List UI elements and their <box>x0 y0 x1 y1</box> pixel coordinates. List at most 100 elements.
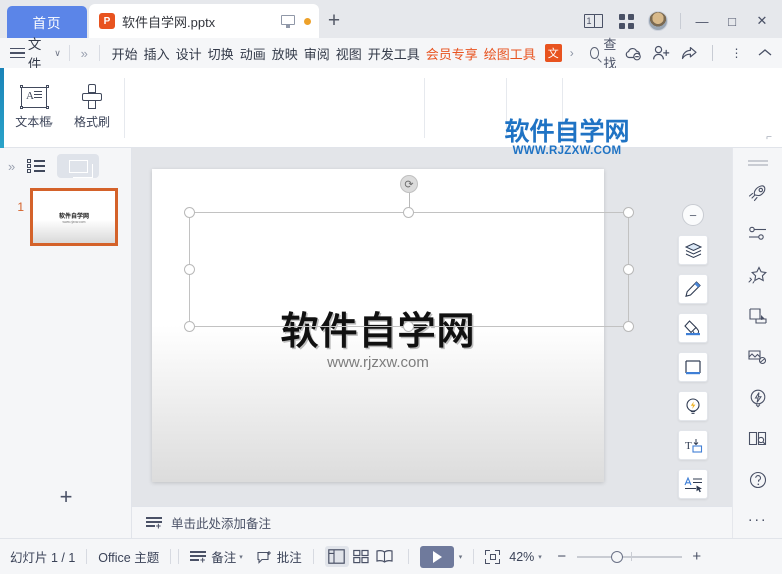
document-tab[interactable]: P 软件自学网.pptx <box>89 4 319 38</box>
zoom-slider-track[interactable] <box>576 550 682 563</box>
notes-toggle-button[interactable]: + 备注 ▾ <box>190 547 243 566</box>
close-button[interactable]: ✕ <box>748 6 776 36</box>
slideshow-chevron-down-icon[interactable]: ▾ <box>459 553 463 561</box>
minimize-button[interactable]: — <box>688 6 716 36</box>
more-options-icon[interactable]: ⋮ <box>727 44 746 63</box>
resize-handle-top-right[interactable] <box>623 207 634 218</box>
shape-fill-icon[interactable] <box>678 313 708 343</box>
theme-label[interactable]: Office 主题 <box>98 547 159 566</box>
slide-subtitle-text[interactable]: www.rjzxw.com <box>152 354 604 371</box>
screen-count-label: 1 <box>586 16 592 26</box>
resize-handle-bottom-right[interactable] <box>623 321 634 332</box>
notes-chevron-down-icon[interactable]: ▾ <box>239 553 243 561</box>
reading-view-button[interactable] <box>373 546 397 567</box>
frame-icon[interactable] <box>678 352 708 382</box>
zoom-level-label[interactable]: 42% <box>509 550 534 564</box>
tab-drawing-tools[interactable]: 绘图工具 <box>484 44 536 63</box>
tab-view[interactable]: 视图 <box>336 44 362 63</box>
presenter-monitor-icon[interactable] <box>281 14 295 28</box>
find-button[interactable]: 查找 <box>589 34 623 72</box>
rotate-glyph: ⟳ <box>404 178 414 191</box>
slide-editor-canvas[interactable]: 软件自学网 www.rjzxw.com ⟳ − T <box>132 148 732 506</box>
tab-review[interactable]: 审阅 <box>304 44 330 63</box>
menu-hamburger-icon[interactable] <box>10 47 25 59</box>
normal-view-button[interactable] <box>324 546 349 567</box>
menu-expand-icon[interactable]: » <box>78 46 91 61</box>
start-slideshow-button[interactable] <box>419 545 454 568</box>
resize-handle-bottom-left[interactable] <box>184 321 195 332</box>
add-slide-button[interactable]: + <box>0 484 132 510</box>
tabs-next-chevron-icon[interactable]: › <box>570 46 574 60</box>
slide-thumbnail-item[interactable]: 1 软件自学网 www.rjzxw.com <box>0 188 131 246</box>
unsaved-dot-icon <box>304 17 311 25</box>
new-tab-label: + <box>327 9 341 32</box>
app-grid-button[interactable] <box>611 6 641 36</box>
close-floating-toolbar-button[interactable]: − <box>682 204 704 226</box>
bulb-icon[interactable] <box>678 391 708 421</box>
text-to-shape-icon[interactable]: T <box>678 430 708 460</box>
tab-member-exclusive[interactable]: 会员专享 <box>426 44 478 63</box>
zoom-slider-knob[interactable] <box>610 550 623 563</box>
pen-icon[interactable] <box>678 274 708 304</box>
textbox-button[interactable]: 文本框▾ <box>8 73 60 130</box>
tab-slideshow[interactable]: 放映 <box>272 44 298 63</box>
screen-share-icon[interactable] <box>741 299 775 333</box>
status-divider-6 <box>473 549 475 564</box>
outline-view-icon[interactable] <box>27 159 46 173</box>
zoom-chevron-down-icon[interactable]: ▾ <box>538 553 542 561</box>
resize-handle-middle-right[interactable] <box>623 263 634 275</box>
fit-to-window-icon[interactable] <box>485 549 501 564</box>
resize-handle-bottom-center[interactable] <box>403 321 414 332</box>
ribbon-dialog-launcher[interactable]: ⌐ <box>766 132 772 143</box>
share-icon[interactable] <box>679 44 698 63</box>
right-tool-sidebar: ··· <box>732 148 782 538</box>
slide-thumbnail[interactable]: 软件自学网 www.rjzxw.com <box>30 188 118 246</box>
resize-handle-top-center[interactable] <box>403 207 414 218</box>
close-icon: ✕ <box>756 13 768 28</box>
format-painter-button[interactable]: 格式刷 <box>66 73 118 130</box>
collapse-ribbon-icon[interactable] <box>755 44 774 63</box>
resize-handle-middle-left[interactable] <box>184 263 195 275</box>
user-avatar-button[interactable] <box>643 6 673 36</box>
slides-view-button[interactable] <box>57 154 100 178</box>
multi-screen-button[interactable]: 1 <box>579 6 609 36</box>
comments-button[interactable]: 批注 <box>257 547 302 566</box>
pane-collapse-icon[interactable]: » <box>8 159 15 174</box>
tab-design[interactable]: 设计 <box>176 44 202 63</box>
new-tab-button[interactable]: + <box>319 4 349 38</box>
tab-insert[interactable]: 插入 <box>144 44 170 63</box>
rocket-icon[interactable] <box>741 176 775 210</box>
sidebar-grip-icon[interactable] <box>747 160 768 162</box>
file-menu-label[interactable]: 文件 <box>28 33 49 73</box>
grid-icon <box>618 13 634 29</box>
selected-textbox-frame[interactable]: ⟳ <box>184 175 634 332</box>
notes-pane[interactable]: + 单击此处添加备注 <box>132 506 732 538</box>
help-icon[interactable] <box>741 463 775 497</box>
sliders-icon[interactable] <box>741 217 775 251</box>
tab-text-tools-badge[interactable]: 文 <box>544 44 562 62</box>
book-search-icon[interactable] <box>741 422 775 456</box>
star-sparkle-icon[interactable] <box>741 258 775 292</box>
slide-count-label: 幻灯片 1 / 1 <box>10 551 76 565</box>
lightning-badge-icon[interactable] <box>741 381 775 415</box>
zoom-in-button[interactable]: + <box>689 548 705 565</box>
maximize-button[interactable]: □ <box>718 6 746 36</box>
thumbnail-subtitle: www.rjzxw.com <box>62 220 86 224</box>
file-menu-chevron-down-icon[interactable]: ∨ <box>54 48 61 59</box>
zoom-out-button[interactable]: − <box>554 548 570 565</box>
tab-animation[interactable]: 动画 <box>240 44 266 63</box>
resize-handle-top-left[interactable] <box>184 207 195 218</box>
sorter-view-button[interactable] <box>349 546 373 567</box>
image-tool-icon[interactable] <box>741 340 775 374</box>
add-collaborator-icon[interactable] <box>651 44 670 63</box>
layers-icon[interactable] <box>678 235 708 265</box>
notes-placeholder: 单击此处添加备注 <box>171 517 272 531</box>
tab-developer[interactable]: 开发工具 <box>368 44 420 63</box>
sidebar-more-icon[interactable]: ··· <box>748 511 768 528</box>
tab-start[interactable]: 开始 <box>112 44 138 63</box>
rotate-handle-icon[interactable]: ⟳ <box>400 175 418 193</box>
text-select-icon[interactable] <box>678 469 708 499</box>
ribbon-toolbar: 文本框▾ 格式刷 微软雅黑 (标题) ▼ 60 ▼ <box>0 68 782 276</box>
cloud-sync-icon[interactable] <box>623 44 642 63</box>
tab-transition[interactable]: 切换 <box>208 44 234 63</box>
